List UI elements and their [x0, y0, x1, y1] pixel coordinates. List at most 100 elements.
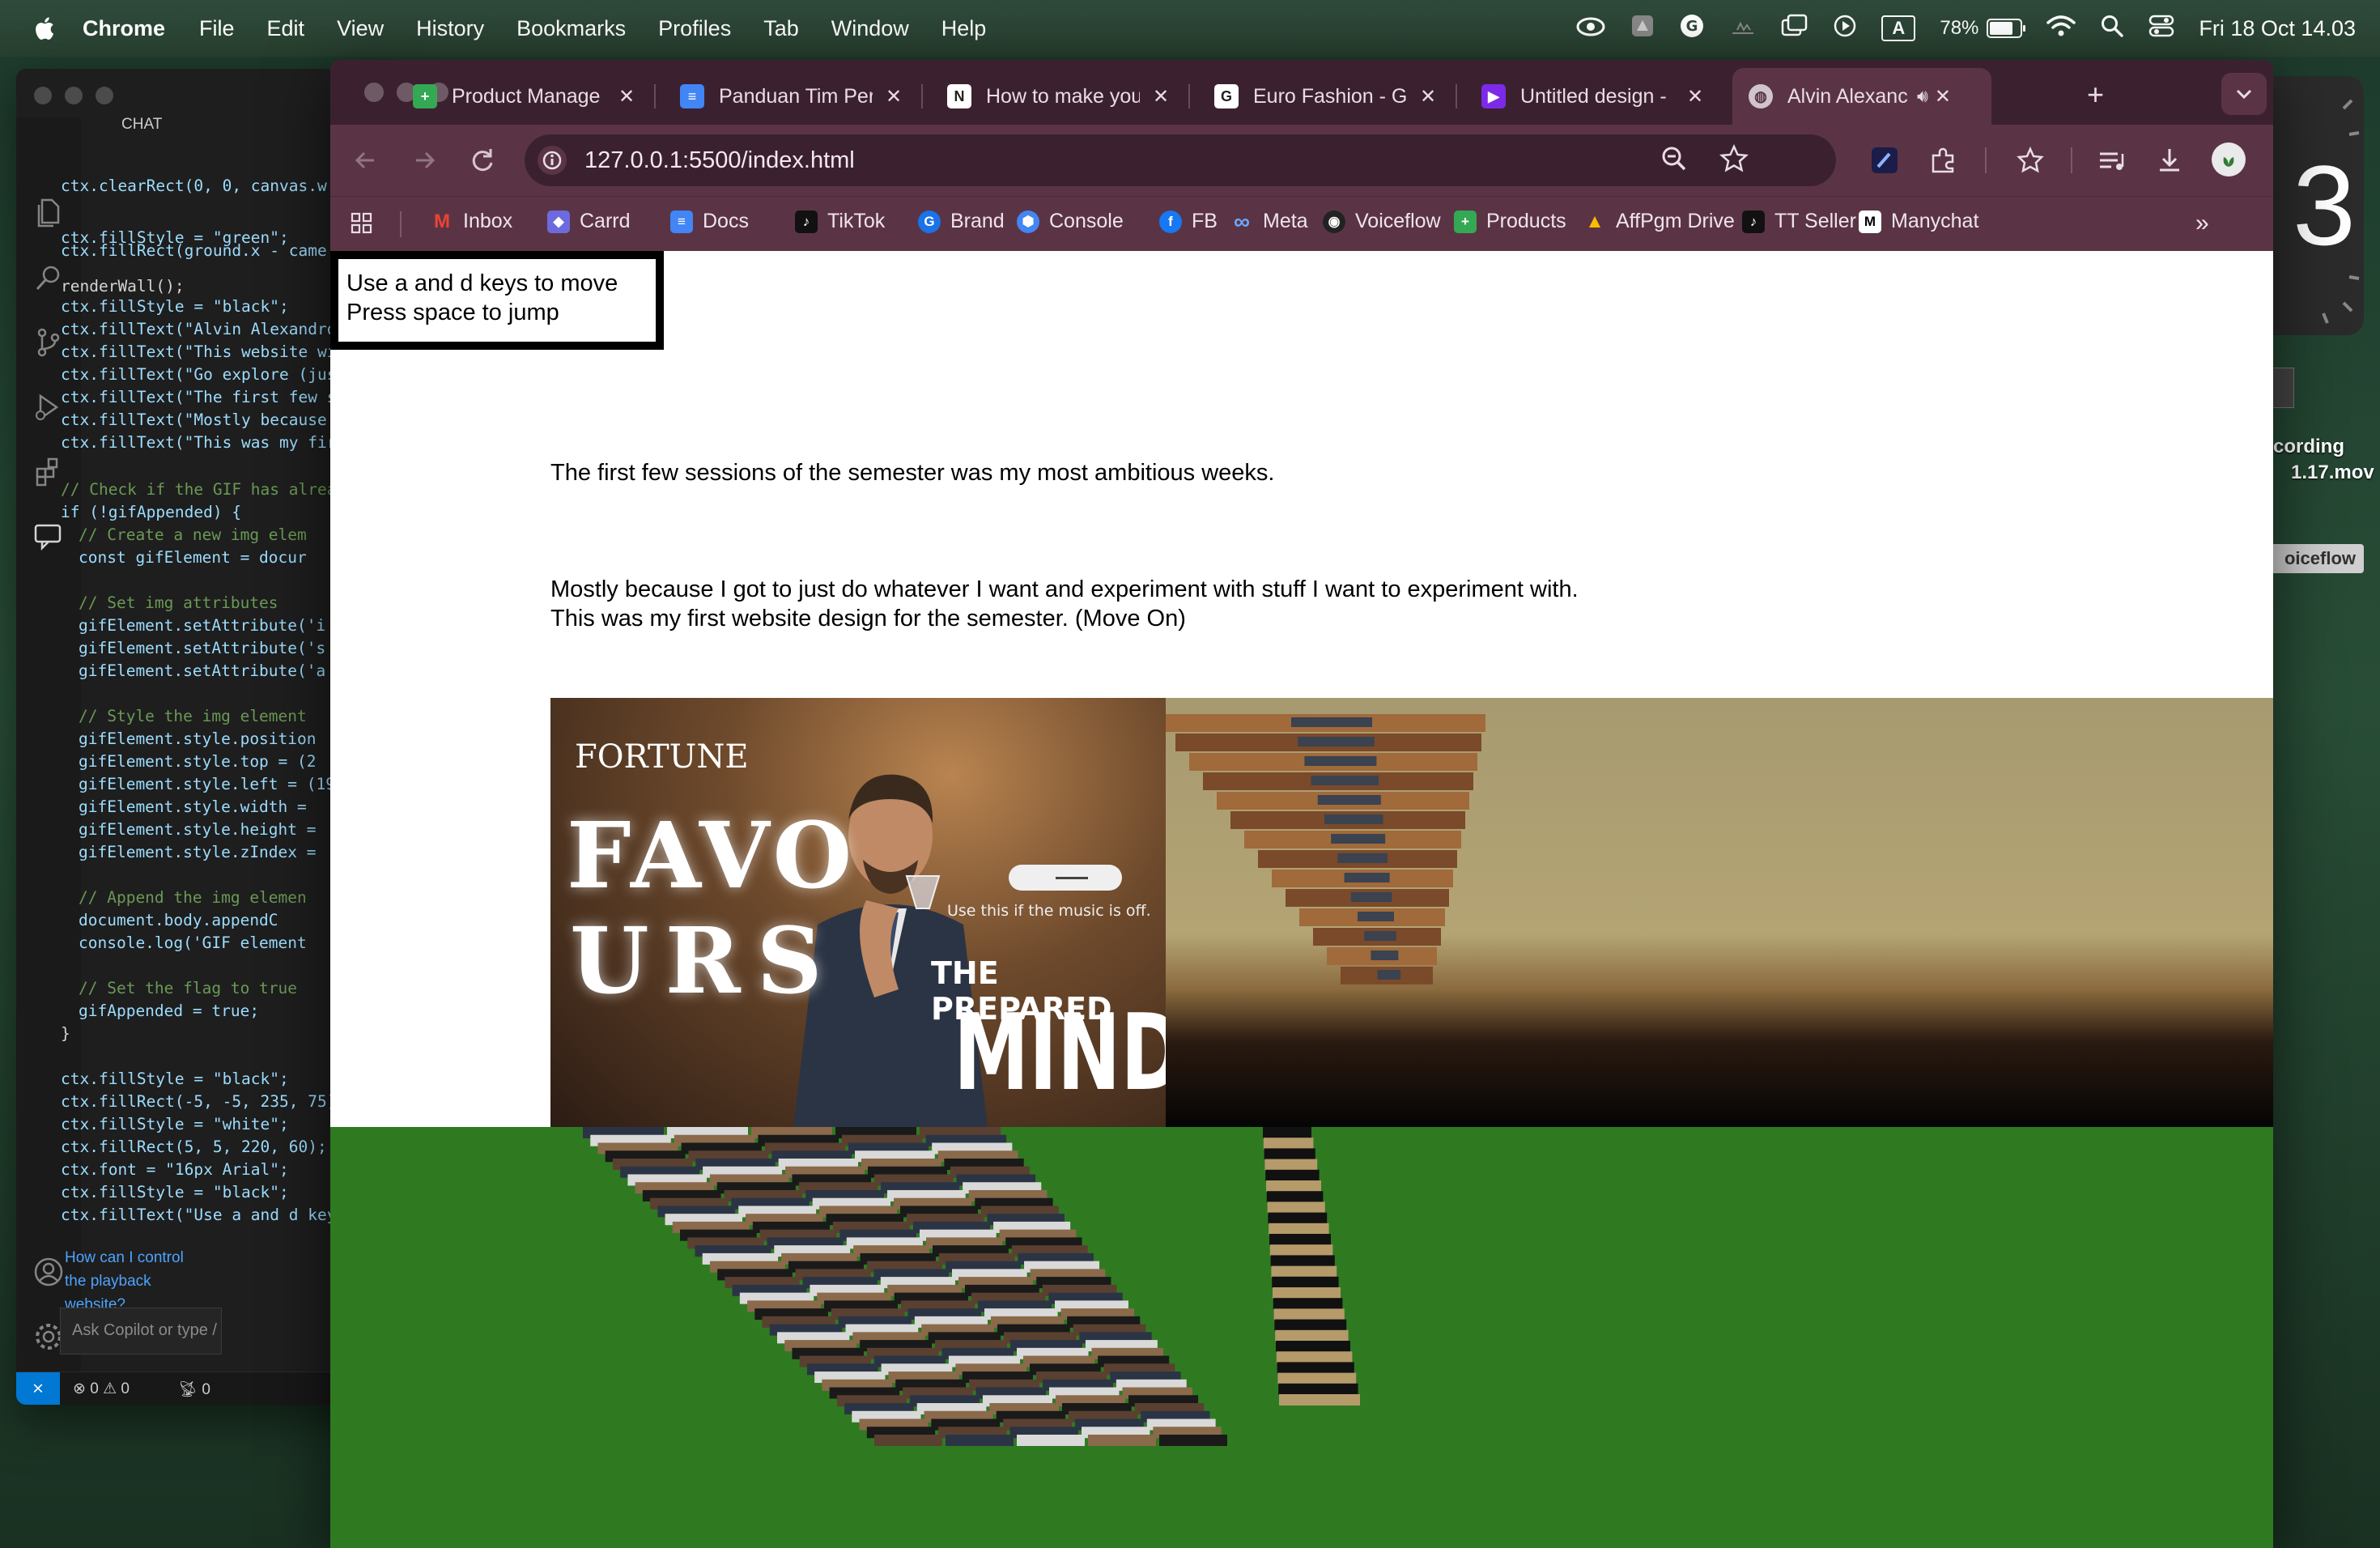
smear-strip-dark	[1298, 737, 1375, 746]
forward-button[interactable]	[408, 144, 440, 176]
page-viewport[interactable]: Use a and d keys to move Press space to …	[330, 251, 2273, 1548]
new-tab-button[interactable]: +	[2087, 78, 2104, 112]
docs-icon: ≡	[680, 84, 704, 108]
bookmark-tt-seller[interactable]: ♪ TT Seller	[1742, 210, 1856, 233]
more-bookmarks-chevron-icon[interactable]: »	[2195, 210, 2209, 237]
explorer-icon[interactable]	[31, 195, 66, 231]
zoom-icon[interactable]	[1658, 142, 1690, 175]
tab-audio-speaker-icon[interactable]: 🔊︎	[1917, 86, 1928, 107]
bookmark-docs[interactable]: ≡ Docs	[670, 210, 749, 233]
menu-profiles[interactable]: Profiles	[658, 16, 731, 41]
bookmark-products[interactable]: + Products	[1454, 210, 1566, 233]
bookmarks-panel-icon[interactable]	[2014, 144, 2046, 176]
close-tab-icon[interactable]: ✕	[886, 85, 902, 108]
more-menu-icon[interactable]	[2260, 144, 2273, 176]
bookmark-meta[interactable]: ∞ Meta	[1230, 209, 1308, 234]
tab-search-button[interactable]	[2221, 73, 2267, 115]
menubar-app-name[interactable]: Chrome	[83, 16, 165, 41]
desktop-recording-label[interactable]: cording	[2273, 436, 2344, 458]
battery-percent[interactable]: 78%	[1940, 17, 1978, 40]
menu-window[interactable]: Window	[831, 16, 909, 41]
close-window-button[interactable]	[34, 87, 52, 104]
gif-image: FORTUNE FAVO URS Use this if the music i…	[550, 698, 2273, 1127]
menu-file[interactable]: File	[199, 16, 235, 41]
code-line: gifAppended = true;	[79, 1002, 260, 1020]
bookmark-brand[interactable]: G Brand	[918, 210, 1005, 233]
site-info-icon[interactable]	[538, 146, 567, 175]
bookmark-carrd[interactable]: ◆ Carrd	[547, 210, 631, 233]
bookmark-console[interactable]: ⬢ Console	[1017, 210, 1124, 233]
close-tab-icon[interactable]: ✕	[1153, 85, 1169, 108]
battery-icon[interactable]	[1987, 19, 2026, 38]
close-window-button[interactable]	[364, 83, 384, 102]
code-line: gifElement.style.left = (19	[79, 775, 335, 793]
apple-menu-icon[interactable]	[32, 15, 55, 41]
apps-grid-icon[interactable]	[350, 211, 374, 236]
tab-3[interactable]: N How to make you ✕	[931, 68, 1190, 125]
back-button[interactable]	[350, 144, 382, 176]
input-source-icon[interactable]: A	[1881, 15, 1916, 41]
menubar-clock[interactable]: Fri 18 Oct 14.03	[2199, 16, 2356, 41]
bookmark-tiktok[interactable]: ♪ TikTok	[795, 210, 885, 233]
problems-counter[interactable]: ⊗ 0 ⚠ 0	[73, 1380, 130, 1398]
downloads-icon[interactable]	[2153, 144, 2186, 176]
bookmark-affpgm-drive[interactable]: ▲ AffPgm Drive	[1583, 210, 1735, 233]
zoom-window-button[interactable]	[96, 87, 113, 104]
menu-tab[interactable]: Tab	[763, 16, 799, 41]
minimize-window-button[interactable]	[65, 87, 83, 104]
weather-icon[interactable]	[1729, 15, 1757, 42]
tab-5[interactable]: ▶ Untitled design - ✕	[1465, 68, 1724, 125]
bookmark-inbox[interactable]: M Inbox	[431, 210, 512, 233]
copilot-chat-input[interactable]: Ask Copilot or type / for co	[60, 1308, 222, 1354]
hint-jump: Press space to jump	[346, 300, 559, 325]
creative-cloud-icon[interactable]	[1575, 15, 1606, 43]
url-text[interactable]: 127.0.0.1:5500/index.html	[584, 147, 855, 174]
reload-button[interactable]	[466, 144, 499, 176]
close-tab-icon[interactable]: ✕	[1420, 85, 1436, 108]
desktop-recording-file[interactable]: 1.17.mov	[2291, 461, 2374, 484]
menu-help[interactable]: Help	[941, 16, 987, 41]
media-play-icon[interactable]	[1833, 14, 1857, 44]
trail-strip	[1269, 1223, 1329, 1235]
bookmark-star-icon[interactable]	[1718, 142, 1750, 175]
tab-1[interactable]: + Product Manage ✕	[397, 68, 656, 125]
grammarly-icon[interactable]: G	[1679, 13, 1705, 45]
desktop-clock-widget[interactable]: 3	[2259, 76, 2364, 335]
control-center-icon[interactable]	[2148, 14, 2174, 44]
profile-avatar[interactable]	[2212, 142, 2246, 176]
close-tab-icon[interactable]: ✕	[1935, 85, 1951, 108]
drive-status-icon[interactable]	[1630, 14, 1655, 44]
chat-question-link[interactable]: How can I control the playback website?	[65, 1246, 186, 1316]
wifi-icon[interactable]	[2046, 15, 2076, 43]
brand-icon: G	[918, 210, 941, 233]
trail-strip	[1159, 1435, 1227, 1446]
tab-4[interactable]: G Euro Fashion - G ✕	[1198, 68, 1457, 125]
window-manager-icon[interactable]	[1781, 14, 1808, 44]
close-tab-icon[interactable]: ✕	[1687, 85, 1703, 108]
bookmark-label: Console	[1049, 210, 1124, 232]
spotlight-search-icon[interactable]	[2100, 14, 2124, 44]
close-tab-icon[interactable]: ✕	[618, 85, 635, 108]
media-queue-icon[interactable]	[2095, 144, 2127, 176]
menu-edit[interactable]: Edit	[267, 16, 305, 41]
bookmark-voiceflow[interactable]: ◉ Voiceflow	[1323, 210, 1441, 233]
desktop-file-thumb[interactable]	[2272, 368, 2294, 408]
tab-6[interactable]: ◍ Alvin Alexanc 🔊︎ ✕	[1732, 68, 1991, 125]
account-icon[interactable]	[31, 1254, 66, 1290]
bookmark-manychat[interactable]: M Manychat	[1859, 210, 1978, 233]
bookmark-fb[interactable]: f FB	[1159, 210, 1218, 233]
trail-strip	[1265, 1169, 1320, 1181]
address-bar[interactable]: 127.0.0.1:5500/index.html	[525, 134, 1836, 186]
extension-pen-icon[interactable]	[1868, 144, 1901, 176]
menu-history[interactable]: History	[416, 16, 484, 41]
tab-2[interactable]: ≡ Panduan Tim Per ✕	[664, 68, 923, 125]
trail-strip	[1273, 1298, 1343, 1310]
menu-view[interactable]: View	[337, 16, 384, 41]
battery-level	[1990, 22, 2013, 35]
menu-bookmarks[interactable]: Bookmarks	[516, 16, 626, 41]
ports-counter[interactable]: 📡︎ 0	[178, 1380, 210, 1399]
remote-indicator-icon[interactable]: ⨯	[16, 1372, 60, 1405]
desktop-voiceflow-tag[interactable]: oiceflow	[2267, 544, 2364, 573]
chat-icon[interactable]	[31, 519, 66, 555]
extensions-puzzle-icon[interactable]	[1927, 144, 1959, 176]
